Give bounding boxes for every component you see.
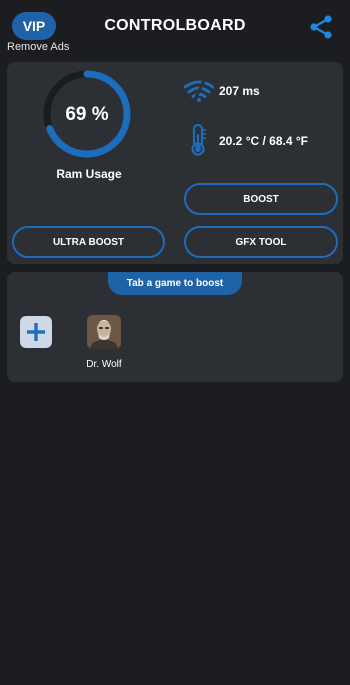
thermometer-icon	[191, 124, 206, 156]
ram-usage-value: 69 %	[65, 104, 109, 125]
gfx-tool-button[interactable]: GFX TOOL	[184, 226, 338, 258]
ultra-boost-button[interactable]: ULTRA BOOST	[12, 226, 165, 258]
wifi-signal-icon	[184, 80, 214, 102]
boost-game-prompt: Tab a game to boost	[108, 272, 242, 295]
page-title: CONTROLBOARD	[104, 17, 246, 34]
remove-ads-label[interactable]: Remove Ads	[7, 41, 69, 53]
plus-icon	[27, 323, 45, 341]
ping-value: 207 ms	[219, 84, 260, 98]
boost-game-prompt-label: Tab a game to boost	[126, 278, 224, 289]
ram-usage-label: Ram Usage	[56, 167, 122, 181]
ultra-boost-button-label: ULTRA BOOST	[52, 236, 125, 248]
boost-button[interactable]: BOOST	[184, 183, 338, 215]
temperature-value: 20.2 °C / 68.4 °F	[219, 134, 308, 148]
game-name: Dr. Wolf	[86, 359, 122, 370]
app-header: VIP Remove Ads CONTROLBOARD	[0, 0, 350, 60]
boost-button-label: BOOST	[243, 193, 279, 205]
game-portrait-icon	[87, 315, 121, 349]
gfx-tool-button-label: GFX TOOL	[235, 236, 287, 248]
add-game-button[interactable]	[20, 316, 52, 348]
share-icon[interactable]	[309, 14, 333, 40]
game-icon-dr-wolf[interactable]	[87, 315, 121, 349]
